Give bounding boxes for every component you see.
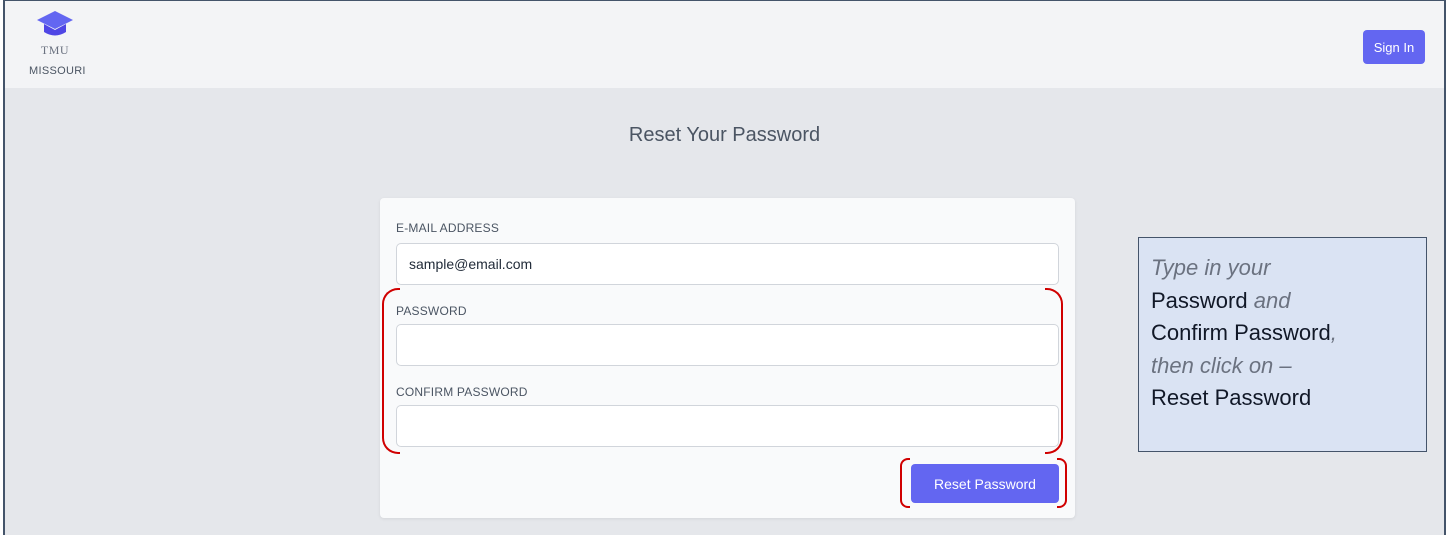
tmu-logo[interactable]: TMU MISSOURI bbox=[29, 9, 95, 81]
button-bracket-left bbox=[900, 458, 910, 508]
confirm-password-field[interactable] bbox=[396, 405, 1059, 447]
password-field[interactable] bbox=[396, 324, 1059, 366]
email-label: E-MAIL ADDRESS bbox=[396, 221, 500, 235]
callout-comma: , bbox=[1330, 320, 1337, 345]
confirm-password-label: CONFIRM PASSWORD bbox=[396, 385, 528, 399]
logo-abbreviation: TMU bbox=[40, 43, 70, 57]
highlight-bracket-right bbox=[1045, 288, 1063, 454]
callout-text: then click on – bbox=[1151, 352, 1292, 378]
callout-confirm-password: Confirm Password bbox=[1151, 320, 1331, 345]
highlight-bracket-left bbox=[382, 288, 400, 454]
callout-text: and bbox=[1253, 287, 1291, 313]
reset-password-form: E-MAIL ADDRESS PASSWORD CONFIRM PASSWORD… bbox=[380, 198, 1075, 518]
button-bracket-right bbox=[1057, 458, 1067, 508]
logo-state: MISSOURI bbox=[29, 65, 86, 77]
password-label: PASSWORD bbox=[396, 304, 467, 318]
instruction-callout: Type in your Password and Confirm Passwo… bbox=[1138, 237, 1427, 452]
page-title: Reset Your Password bbox=[628, 124, 821, 146]
sign-in-button[interactable]: Sign In bbox=[1363, 30, 1425, 64]
top-navbar: TMU MISSOURI Sign In bbox=[5, 1, 1444, 88]
callout-reset-password: Reset Password bbox=[1151, 385, 1312, 410]
app-window: TMU MISSOURI Sign In Reset Your Password… bbox=[3, 0, 1446, 535]
callout-password: Password bbox=[1151, 287, 1248, 313]
reset-password-button[interactable]: Reset Password bbox=[911, 464, 1059, 503]
callout-text: Type in your bbox=[1151, 255, 1271, 280]
graduation-cap-icon bbox=[37, 11, 73, 36]
email-field[interactable] bbox=[396, 243, 1059, 285]
